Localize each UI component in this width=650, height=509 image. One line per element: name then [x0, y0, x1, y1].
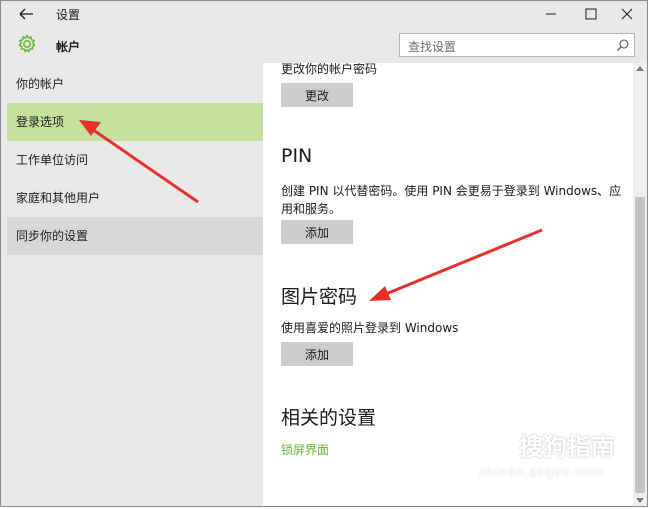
sidebar: 你的帐户 登录选项 工作单位访问 家庭和其他用户 同步你的设置 — [1, 63, 263, 506]
change-password-button[interactable]: 更改 — [281, 83, 353, 107]
pin-description: 创建 PIN 以代替密码。使用 PIN 会更易于登录到 Windows、应用和服… — [281, 184, 622, 216]
sidebar-item-your-account[interactable]: 你的帐户 — [7, 65, 263, 103]
sidebar-item-label: 你的帐户 — [16, 77, 65, 91]
sidebar-item-label: 同步你的设置 — [16, 229, 89, 243]
search-input[interactable]: 查找设置 — [399, 33, 635, 57]
watermark-subtext: zhinan.sogou.com — [479, 465, 605, 479]
sidebar-item-family-other-users[interactable]: 家庭和其他用户 — [7, 179, 263, 217]
related-settings-heading: 相关的设置 — [281, 407, 377, 429]
search-placeholder: 查找设置 — [408, 40, 457, 54]
gear-icon — [16, 33, 38, 55]
lock-screen-link[interactable]: 锁屏界面 — [281, 441, 329, 458]
scroll-down-icon[interactable] — [636, 498, 644, 504]
back-arrow-icon — [19, 8, 33, 20]
sidebar-item-label: 登录选项 — [16, 115, 65, 129]
close-icon — [621, 8, 633, 20]
back-button[interactable] — [14, 4, 38, 24]
sidebar-item-label: 工作单位访问 — [16, 153, 89, 167]
close-button[interactable] — [607, 1, 647, 27]
sidebar-item-work-access[interactable]: 工作单位访问 — [7, 141, 263, 179]
sidebar-item-label: 家庭和其他用户 — [16, 191, 101, 205]
add-pin-button[interactable]: 添加 — [281, 220, 353, 244]
change-password-text: 更改你的帐户密码 — [281, 63, 378, 76]
add-picture-password-button[interactable]: 添加 — [281, 342, 353, 366]
picture-password-heading: 图片密码 — [281, 286, 358, 308]
sidebar-item-sync-settings[interactable]: 同步你的设置 — [7, 217, 263, 255]
search-icon[interactable] — [616, 38, 630, 52]
picture-password-description: 使用喜爱的照片登录到 Windows — [281, 321, 459, 335]
page-title: 帐户 — [56, 40, 81, 54]
scroll-up-icon[interactable] — [636, 65, 644, 71]
minimize-button[interactable] — [531, 1, 571, 27]
watermark: 搜狗指南 zhinan.sogou.com — [471, 421, 641, 491]
pin-heading: PIN — [281, 145, 313, 167]
maximize-button[interactable] — [571, 1, 611, 27]
page-header: 帐户 查找设置 — [1, 27, 647, 63]
sogou-logo-icon — [478, 424, 514, 460]
maximize-icon — [585, 8, 597, 20]
watermark-text: 搜狗指南 — [519, 433, 615, 461]
minimize-icon — [546, 13, 556, 15]
title-bar: 设置 — [1, 1, 647, 27]
sidebar-item-sign-in-options[interactable]: 登录选项 — [7, 103, 263, 141]
window-title: 设置 — [56, 8, 81, 22]
settings-window: 设置 帐户 查找设置 你的帐户 登录选项 工作单位访问 家庭和其他用户 同步你的… — [0, 0, 648, 507]
